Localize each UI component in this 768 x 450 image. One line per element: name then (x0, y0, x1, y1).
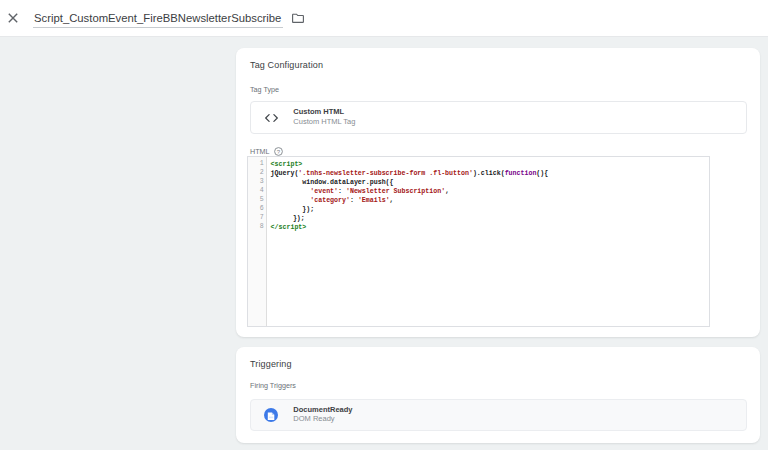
svg-text:?: ? (277, 148, 281, 154)
